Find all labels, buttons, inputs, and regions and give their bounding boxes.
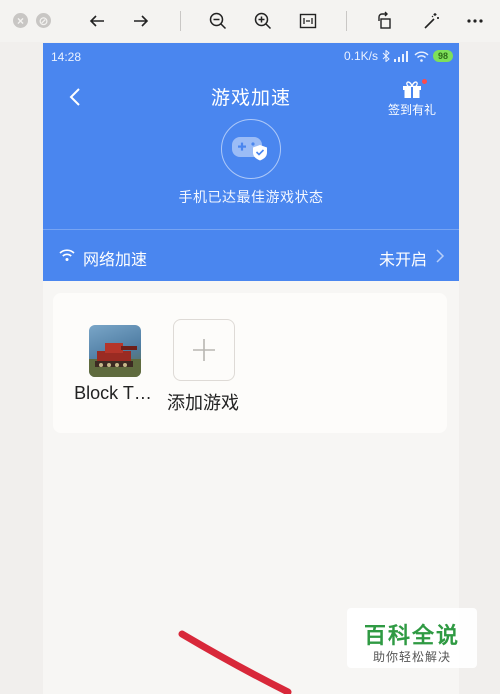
game-item-block-tanks[interactable]: Block T… bbox=[63, 319, 163, 419]
rotate-icon[interactable] bbox=[372, 8, 398, 34]
magic-wand-icon[interactable] bbox=[418, 8, 444, 34]
status-indicators: 0.1K/s 98 bbox=[344, 49, 453, 63]
watermark: 百科全说 助你轻松解决 bbox=[347, 608, 477, 668]
gift-icon bbox=[403, 81, 421, 98]
bluetooth-icon bbox=[382, 50, 390, 62]
minimize-dot-icon[interactable]: ⊘ bbox=[36, 13, 51, 28]
viewer-toolbar: × ⊘ bbox=[0, 0, 500, 42]
game-status-icon bbox=[221, 119, 281, 179]
toolbar-divider bbox=[180, 11, 181, 31]
add-box bbox=[173, 319, 235, 381]
wifi-status-icon bbox=[414, 51, 429, 62]
zoom-out-icon[interactable] bbox=[205, 8, 231, 34]
zoom-in-icon[interactable] bbox=[250, 8, 276, 34]
network-acceleration-row[interactable]: 网络加速 未开启 bbox=[43, 229, 459, 282]
game-list-card: Block T… 添加游戏 bbox=[53, 293, 447, 433]
watermark-subtitle: 助你轻松解决 bbox=[372, 650, 451, 664]
fit-page-icon[interactable] bbox=[295, 8, 321, 34]
accelerator-header: 14:28 0.1K/s 98 游戏加速 签到有礼 手机已达最佳游戏状态 网络加… bbox=[43, 43, 459, 281]
red-pen-stroke bbox=[178, 630, 292, 694]
nav-bar: 游戏加速 签到有礼 bbox=[43, 73, 459, 121]
network-label: 网络加速 bbox=[83, 252, 148, 269]
wifi-icon bbox=[59, 249, 75, 261]
notification-dot bbox=[422, 79, 427, 84]
toolbar-divider bbox=[346, 11, 347, 31]
forward-arrow-icon[interactable] bbox=[128, 8, 154, 34]
status-bar: 14:28 0.1K/s 98 bbox=[43, 43, 459, 71]
back-arrow-icon[interactable] bbox=[84, 8, 110, 34]
net-speed: 0.1K/s bbox=[343, 49, 378, 63]
game-icon bbox=[89, 325, 141, 377]
checkin-gift-button[interactable]: 签到有礼 bbox=[385, 79, 439, 121]
add-game-button[interactable]: 添加游戏 bbox=[153, 319, 253, 419]
battery-badge: 98 bbox=[432, 50, 453, 62]
watermark-title: 百科全说 bbox=[363, 623, 460, 648]
signal-icon bbox=[393, 50, 408, 62]
network-status: 未开启 bbox=[378, 252, 427, 269]
game-status-text: 手机已达最佳游戏状态 bbox=[178, 189, 324, 205]
phone-screen: 14:28 0.1K/s 98 游戏加速 签到有礼 手机已达最佳游戏状态 网络加… bbox=[43, 43, 459, 694]
gamepad-shield-icon bbox=[232, 137, 267, 161]
more-icon[interactable] bbox=[462, 8, 488, 34]
chevron-right-icon bbox=[436, 249, 445, 263]
gift-label: 签到有礼 bbox=[387, 103, 436, 117]
status-time: 14:28 bbox=[51, 50, 82, 64]
close-dot-icon[interactable]: × bbox=[13, 13, 28, 28]
plus-icon bbox=[193, 339, 215, 361]
add-game-label: 添加游戏 bbox=[167, 393, 239, 413]
game-name: Block T… bbox=[74, 383, 152, 403]
